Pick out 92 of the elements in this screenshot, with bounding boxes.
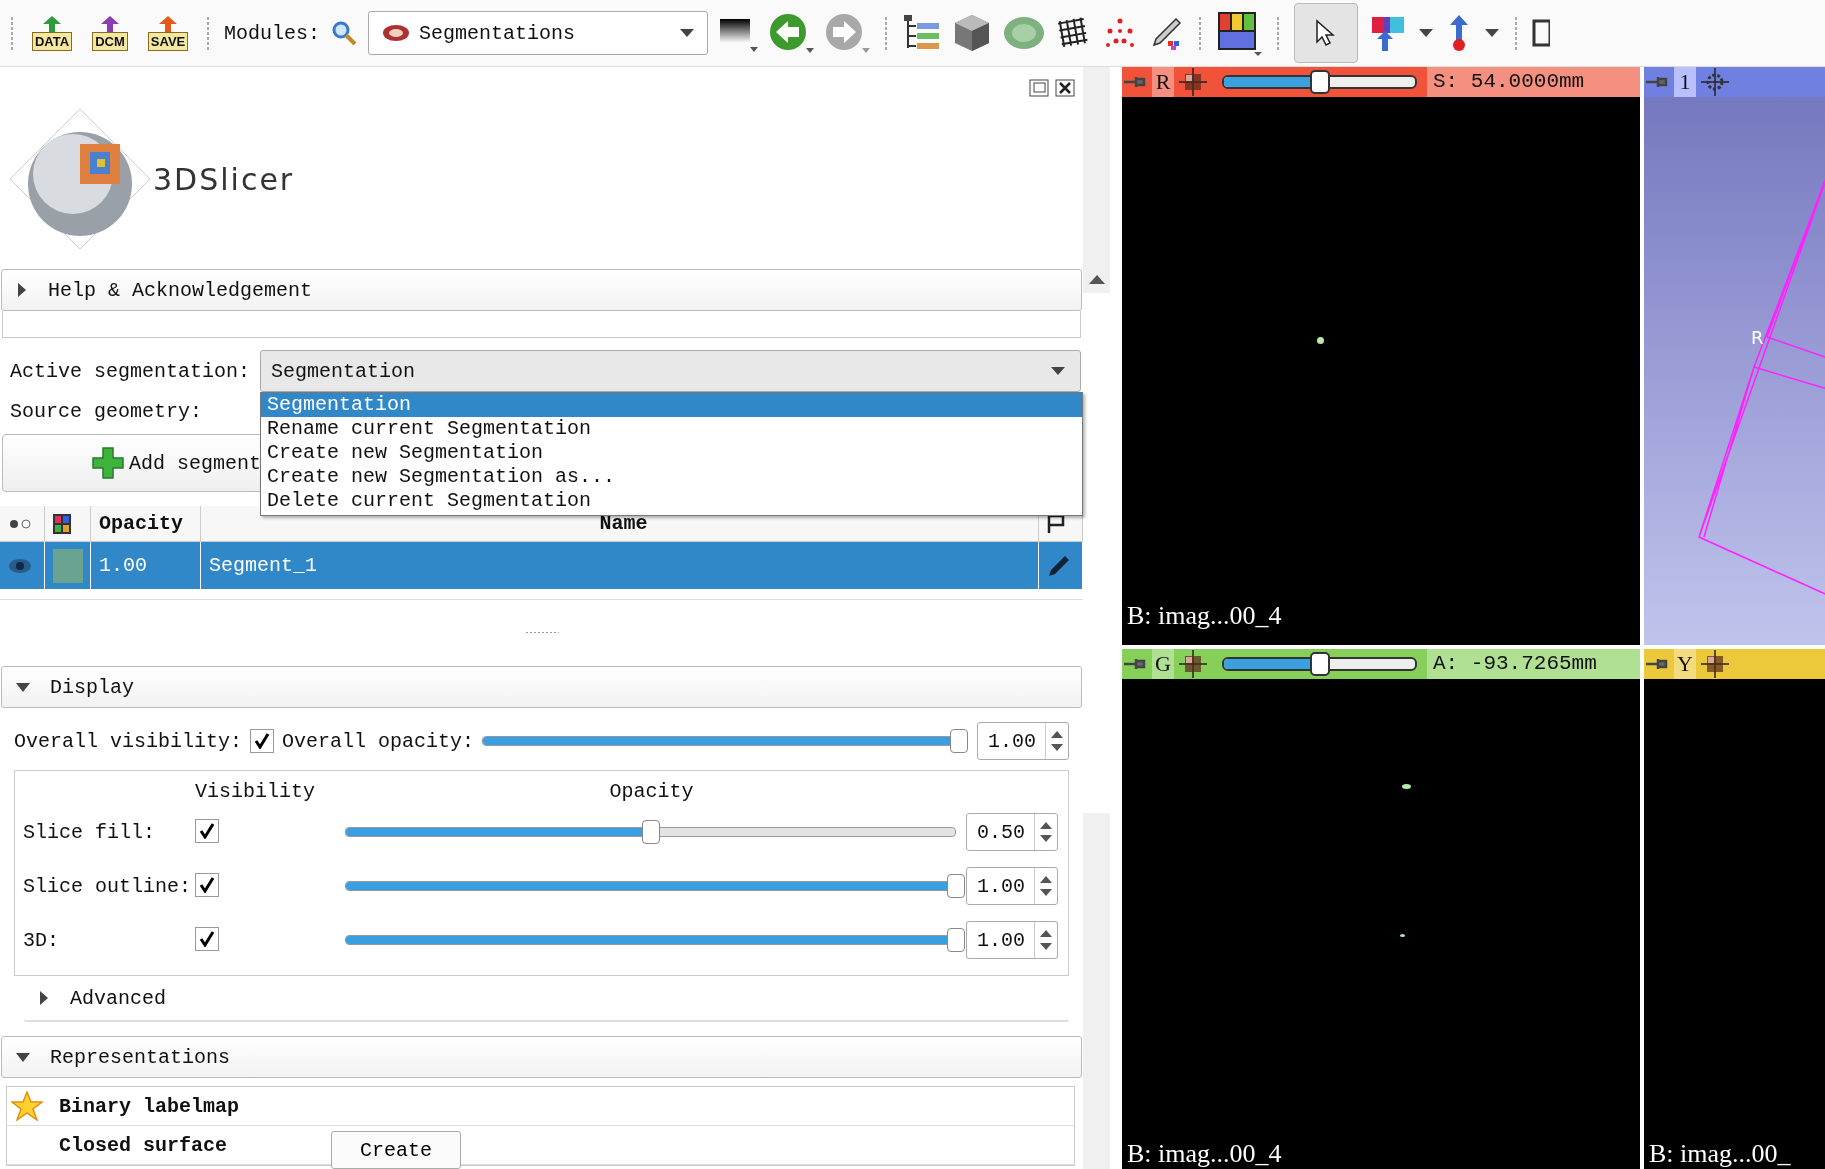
representation-name: Binary labelmap: [58, 1094, 241, 1118]
flag-icon: [1047, 513, 1065, 534]
cube-icon[interactable]: [952, 13, 992, 53]
segment-dot: [1317, 337, 1324, 344]
field-label: Source geometry:: [10, 400, 203, 423]
volume-label: B: imag...00_: [1649, 1139, 1791, 1169]
eye-icon: [8, 518, 32, 529]
modules-label: Modules:: [224, 21, 320, 45]
representation-name: Closed surface: [58, 1133, 229, 1157]
section-header[interactable]: Display: [1, 666, 1082, 708]
section-header[interactable]: Help & Acknowledgement: [1, 269, 1082, 311]
row-label: Slice fill:: [23, 820, 157, 844]
search-icon[interactable]: [330, 19, 358, 47]
checkbox[interactable]: [195, 927, 219, 951]
pointer-tool-button[interactable]: [1294, 3, 1358, 63]
pin-icon[interactable]: [1644, 657, 1670, 671]
link-icon[interactable]: [1700, 649, 1730, 679]
scrollbar-thumb[interactable]: [1083, 293, 1110, 813]
checkbox[interactable]: [195, 873, 219, 897]
screenshot-icon[interactable]: [1532, 17, 1550, 49]
toolbar-button[interactable]: DATA: [28, 15, 76, 51]
scroll-up-icon[interactable]: [1087, 273, 1106, 285]
row-label: 3D:: [23, 928, 60, 952]
menu-item[interactable]: Create new Segmentation as...: [261, 465, 1082, 489]
section-header[interactable]: Representations: [1, 1036, 1082, 1078]
view-letter: 1: [1674, 67, 1696, 97]
caret-icon[interactable]: [1484, 28, 1500, 38]
spin-box[interactable]: 1.00: [966, 867, 1058, 905]
column-header[interactable]: Opacity: [91, 506, 201, 542]
arrow-icon: [41, 15, 63, 32]
slice-offset: S: 54.0000mm: [1427, 67, 1640, 97]
segment-dot: [1402, 784, 1411, 789]
pin-icon[interactable]: [1644, 75, 1670, 89]
tree-icon[interactable]: [902, 14, 942, 52]
checkbox[interactable]: [250, 729, 275, 753]
spin-box[interactable]: 1.00: [977, 722, 1069, 760]
segment-row[interactable]: 1.00 Segment_1: [0, 542, 1083, 589]
pin-icon[interactable]: [1122, 75, 1148, 89]
menu-item[interactable]: Create new Segmentation: [261, 441, 1082, 465]
spin-box[interactable]: 1.00: [966, 921, 1058, 959]
volume-label: B: imag...00_4: [1127, 601, 1282, 631]
field-label: Overall opacity:: [282, 729, 475, 753]
table-cell: Segment_1: [201, 542, 1039, 589]
plus-icon: [91, 446, 125, 480]
center-icon[interactable]: [1700, 67, 1730, 97]
slider-handle[interactable]: [1309, 652, 1330, 676]
pin-icon[interactable]: [1122, 657, 1148, 671]
slider-handle[interactable]: [947, 874, 965, 898]
field-label: Active segmentation:: [10, 359, 251, 383]
volume-label: B: imag...00_4: [1127, 1139, 1282, 1169]
eye-icon[interactable]: [8, 557, 32, 574]
float-icon[interactable]: [1029, 79, 1049, 97]
module-selector[interactable]: Segmentations: [368, 11, 708, 55]
slider-handle[interactable]: [1309, 70, 1330, 94]
arrow-icon: [157, 15, 179, 32]
color-swatch[interactable]: [53, 548, 83, 583]
logo-text: 3DSlicer: [153, 161, 295, 197]
create-button[interactable]: Create: [331, 1131, 461, 1169]
section-header[interactable]: Advanced: [24, 976, 1069, 1022]
link-icon[interactable]: [1178, 649, 1208, 679]
layout-icon[interactable]: [1216, 10, 1262, 56]
caret-icon: [1050, 366, 1066, 376]
menu-item[interactable]: Segmentation: [261, 393, 1082, 417]
row-label: Slice outline:: [23, 874, 193, 898]
field-label: Overall visibility:: [14, 729, 243, 753]
column-header: Visibility: [195, 779, 317, 803]
slider-handle[interactable]: [950, 729, 968, 753]
color-grid-icon: [53, 513, 71, 534]
toolbar-button[interactable]: DCM: [86, 15, 134, 51]
spin-box[interactable]: 0.50: [966, 813, 1058, 851]
caret-icon: [679, 28, 695, 38]
axis-label: R: [1751, 327, 1764, 348]
column-header: Opacity: [608, 779, 695, 803]
view-letter: R: [1152, 67, 1174, 97]
segment-dot: [1400, 934, 1405, 937]
toolbar-button[interactable]: SAVE: [144, 15, 192, 51]
slice-offset: A: -93.7265mm: [1427, 649, 1640, 679]
link-icon[interactable]: [1178, 67, 1208, 97]
slider-handle[interactable]: [947, 928, 965, 952]
back-arrow-icon[interactable]: [768, 12, 814, 54]
slider-handle[interactable]: [641, 820, 660, 844]
menu-item[interactable]: Rename current Segmentation: [261, 417, 1082, 441]
close-icon[interactable]: [1055, 79, 1075, 97]
arrow-icon: [99, 15, 121, 32]
segmentation-dropdown[interactable]: Segmentation: [260, 350, 1081, 392]
table-cell: 1.00: [91, 542, 201, 589]
pencil-icon[interactable]: [1047, 553, 1071, 578]
view-letter: G: [1152, 649, 1174, 679]
caret-icon[interactable]: [1418, 28, 1434, 38]
module-icon: [381, 22, 411, 44]
view-letter: Y: [1674, 649, 1696, 679]
checkbox[interactable]: [195, 819, 219, 843]
